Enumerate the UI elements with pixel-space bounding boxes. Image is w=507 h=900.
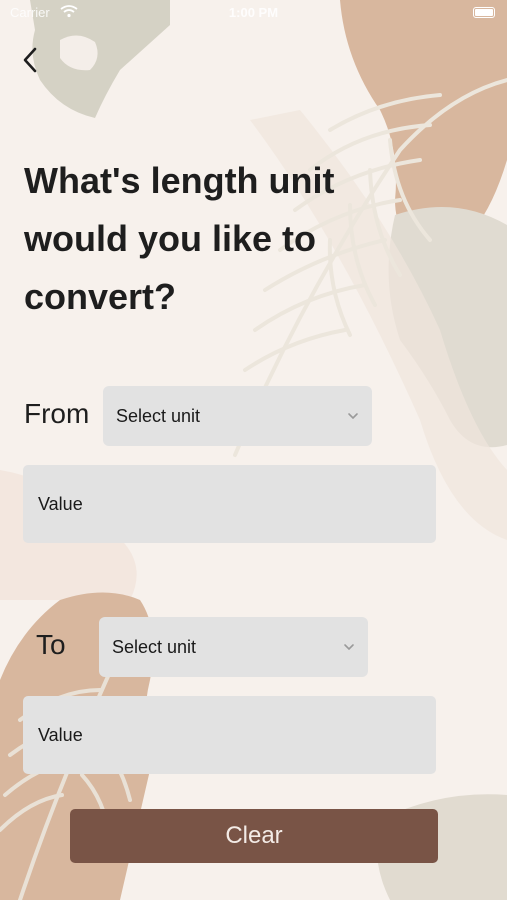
from-value-input[interactable] (23, 465, 436, 543)
battery-icon (473, 7, 495, 18)
from-label: From (24, 398, 90, 429)
page-title: What's length unit would you like to con… (24, 160, 335, 317)
to-value-input[interactable] (23, 696, 436, 774)
status-time: 1:00 PM (228, 5, 279, 20)
from-unit-select-text: Select unit (116, 405, 201, 426)
from-unit-select[interactable]: Select unit (103, 386, 372, 446)
chevron-down-icon (348, 413, 358, 420)
status-bar: Carrier 1:00 PM (0, 0, 507, 28)
back-button[interactable] (12, 40, 48, 80)
chevron-left-icon (23, 47, 37, 73)
to-unit-select-text: Select unit (112, 636, 197, 657)
to-label: To (36, 629, 66, 660)
clear-button[interactable]: Clear (70, 809, 438, 863)
chevron-down-icon (344, 644, 354, 651)
to-unit-select[interactable]: Select unit (99, 617, 368, 677)
